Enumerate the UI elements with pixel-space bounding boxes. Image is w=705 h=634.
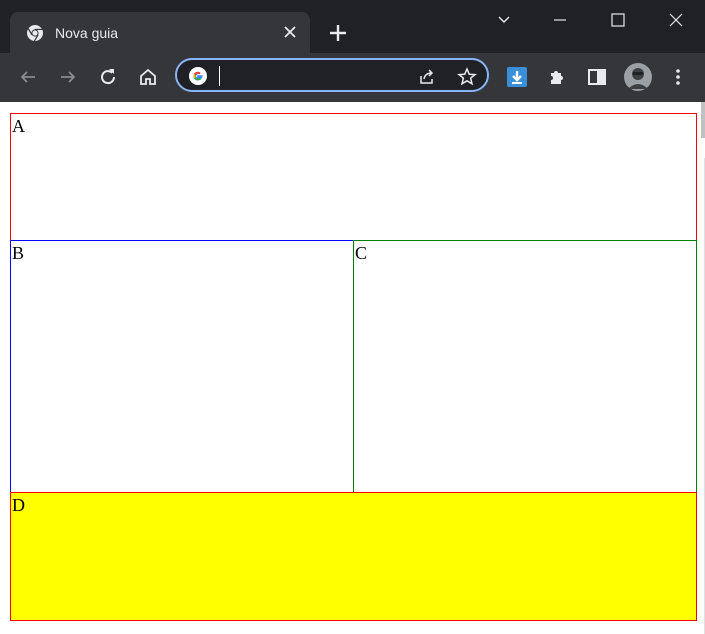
region-c-label: C (355, 243, 368, 263)
region-a: A (10, 113, 697, 241)
scrollbar-thumb[interactable] (701, 102, 705, 138)
home-button[interactable] (136, 65, 160, 89)
forward-button[interactable] (56, 65, 80, 89)
title-bar: Nova guia (0, 0, 705, 53)
reload-button[interactable] (96, 65, 120, 89)
star-icon[interactable] (457, 67, 477, 87)
page-content: A B C D (0, 102, 705, 634)
region-a-label: A (12, 116, 25, 136)
region-d: D (10, 492, 697, 621)
google-icon (189, 67, 207, 85)
close-window-button[interactable] (662, 6, 690, 34)
new-tab-button[interactable] (326, 21, 350, 45)
back-button[interactable] (16, 65, 40, 89)
region-c: C (353, 240, 697, 493)
text-caret (219, 66, 220, 86)
avatar[interactable] (624, 63, 652, 91)
close-icon[interactable] (280, 22, 300, 42)
address-bar[interactable] (175, 58, 489, 92)
region-b: B (10, 240, 354, 493)
share-icon[interactable] (417, 67, 437, 87)
region-b-label: B (12, 243, 25, 263)
minimize-button[interactable] (546, 6, 574, 34)
tab-title: Nova guia (55, 25, 119, 41)
side-panel-icon[interactable] (585, 65, 609, 89)
kebab-menu-icon[interactable] (666, 65, 690, 89)
maximize-button[interactable] (604, 6, 632, 34)
download-extension-icon[interactable] (505, 65, 529, 89)
chrome-icon (26, 24, 44, 42)
tab-nova-guia[interactable]: Nova guia (10, 12, 310, 53)
tab-search-button[interactable] (490, 6, 518, 34)
region-d-label: D (12, 495, 25, 515)
puzzle-icon[interactable] (545, 65, 569, 89)
